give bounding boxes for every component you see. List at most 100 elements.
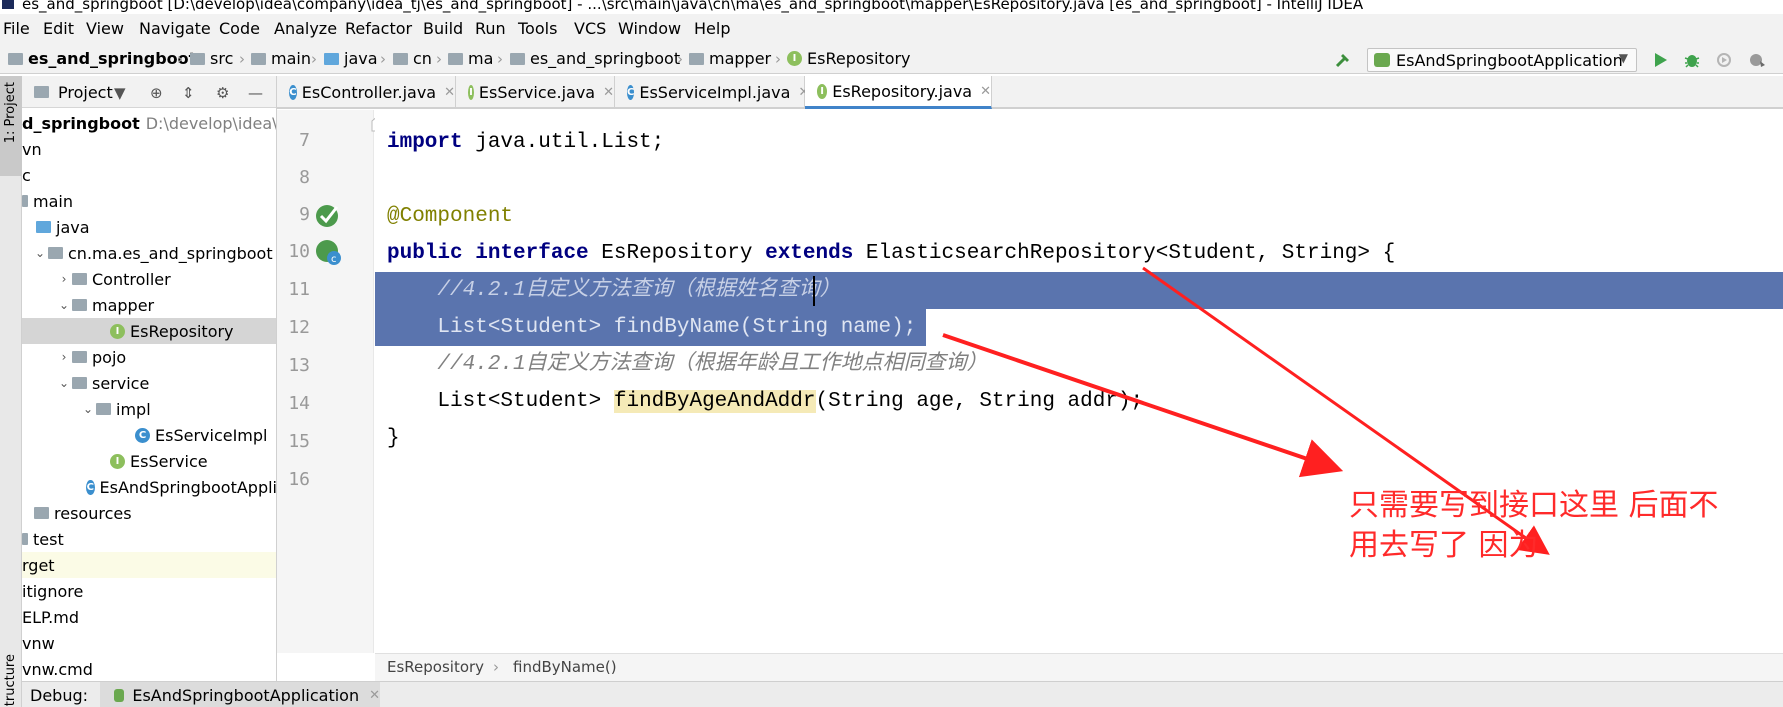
implemented-icon[interactable]: c [315, 238, 343, 266]
breadcrumb-mapper[interactable]: mapper [689, 49, 771, 68]
tab-esserviceimpl[interactable]: C EsServiceImpl.java ✕ [615, 76, 809, 109]
tree-item-impl[interactable]: ⌄ impl [22, 396, 276, 422]
code-text: } [387, 427, 400, 450]
breadcrumb-main[interactable]: main [251, 49, 311, 68]
menu-view[interactable]: View [86, 19, 124, 38]
breadcrumb-ma[interactable]: ma [448, 49, 493, 68]
tree-item-test[interactable]: test [22, 526, 276, 552]
chevron-right-icon: › [436, 50, 442, 68]
tree-item-mvnw-cmd[interactable]: vnw.cmd [22, 656, 276, 681]
tree-item-mapper[interactable]: ⌄ mapper [22, 292, 276, 318]
breadcrumb-src[interactable]: src [190, 49, 233, 68]
folder-icon [190, 52, 205, 65]
run-icon[interactable] [1651, 51, 1669, 69]
tree-item-resources[interactable]: resources [22, 500, 276, 526]
chevron-down-icon[interactable]: ⌄ [56, 298, 72, 312]
code-line-14: List<Student> findByAgeAndAddr(String ag… [375, 383, 1783, 420]
tree-item-package-root[interactable]: ⌄ cn.ma.es_and_springboot [22, 240, 276, 266]
tree-item-controller[interactable]: › Controller [22, 266, 276, 292]
breadcrumb-label: src [210, 49, 234, 68]
tree-item-mvnw[interactable]: vnw [22, 630, 276, 656]
menu-file[interactable]: File [3, 19, 30, 38]
menu-run[interactable]: Run [475, 19, 506, 38]
code-comment: //4.2.1自定义方法查询（根据姓名查询） [437, 279, 841, 302]
package-icon [72, 273, 87, 285]
tree-item-esrepository[interactable]: I EsRepository [22, 318, 276, 344]
tree-item-gitignore[interactable]: itignore [22, 578, 276, 604]
keyword-import: import [387, 131, 463, 154]
breadcrumb-java[interactable]: java [324, 49, 378, 68]
menu-refactor[interactable]: Refactor [345, 19, 412, 38]
breadcrumb-es-and-springboot[interactable]: es_and_springboot [510, 49, 680, 68]
close-icon[interactable]: ✕ [980, 84, 991, 99]
tree-item-label: EsService [130, 451, 208, 471]
run-configuration-dropdown[interactable]: EsAndSpringbootApplication ▼ [1367, 48, 1637, 72]
project-tool-tab[interactable]: 1: Project [0, 76, 22, 176]
run-with-coverage-icon[interactable] [1715, 51, 1733, 69]
structure-tool-tab[interactable]: Structure [3, 654, 18, 707]
tree-item-help-md[interactable]: ELP.md [22, 604, 276, 630]
tree-item-java[interactable]: java [22, 214, 276, 240]
tab-esservice[interactable]: I EsService.java ✕ [456, 76, 615, 109]
breadcrumb-method[interactable]: findByName() [513, 658, 617, 676]
menu-navigate[interactable]: Navigate [139, 19, 211, 38]
menu-vcs[interactable]: VCS [574, 19, 606, 38]
chevron-down-icon[interactable]: ⌄ [80, 402, 96, 416]
breadcrumb-label: EsRepository [807, 49, 911, 68]
code-text: ElasticsearchRepository<Student, String>… [853, 242, 1396, 265]
tree-item-application[interactable]: C EsAndSpringbootAppli [22, 474, 276, 500]
interface-name: EsRepository [588, 242, 766, 265]
close-icon[interactable]: ✕ [369, 688, 380, 703]
menu-window[interactable]: Window [618, 19, 681, 38]
tree-item-main[interactable]: main [22, 188, 276, 214]
tree-item-mvn[interactable]: vn [22, 136, 276, 162]
build-hammer-icon[interactable] [1334, 51, 1352, 69]
project-view-selector[interactable]: Project [58, 83, 113, 102]
tab-escontroller[interactable]: C EsController.java ✕ [277, 76, 456, 109]
debug-session-tab[interactable]: EsAndSpringbootApplication ✕ [100, 682, 380, 707]
menu-edit[interactable]: Edit [43, 19, 74, 38]
folder-icon [251, 52, 266, 65]
breadcrumb-label: mapper [709, 49, 772, 68]
collapse-all-icon[interactable]: ⇕ [182, 84, 195, 102]
tree-item-pojo[interactable]: › pojo [22, 344, 276, 370]
breadcrumb-label: java [344, 49, 378, 68]
tree-item-esserviceimpl[interactable]: C EsServiceImpl [22, 422, 276, 448]
minimize-icon[interactable]: — [248, 84, 263, 102]
code-line-10: public interface EsRepository extends El… [375, 235, 1783, 272]
breadcrumb-cn[interactable]: cn [393, 49, 432, 68]
chevron-right-icon[interactable]: › [56, 350, 72, 364]
chevron-down-icon[interactable]: ⌄ [32, 246, 48, 260]
menu-help[interactable]: Help [694, 19, 730, 38]
tree-item-esservice[interactable]: I EsService [22, 448, 276, 474]
menu-tools[interactable]: Tools [518, 19, 557, 38]
tree-item-project-root[interactable]: d_springboot D:\develop\idea\co [22, 110, 276, 136]
chevron-down-icon[interactable]: ▼ [114, 84, 126, 102]
tree-item-src[interactable]: c [22, 162, 276, 188]
menu-analyze[interactable]: Analyze [274, 19, 337, 38]
keyword-extends: extends [765, 242, 854, 265]
class-icon: C [627, 85, 635, 100]
code-editor[interactable]: import java.util.List; @Component public… [375, 110, 1783, 653]
profile-icon[interactable] [1748, 51, 1766, 69]
tree-item-service[interactable]: ⌄ service [22, 370, 276, 396]
breadcrumb-class[interactable]: EsRepository [387, 658, 484, 676]
debug-bug-icon[interactable] [1683, 51, 1701, 69]
tab-esrepository[interactable]: I EsRepository.java ✕ [805, 76, 992, 109]
breadcrumb-label: cn [413, 49, 432, 68]
close-icon[interactable]: ✕ [603, 85, 614, 100]
interface-icon: I [817, 83, 828, 99]
breadcrumb-esrepository[interactable]: I EsRepository [787, 49, 911, 68]
close-icon[interactable]: ✕ [444, 85, 455, 100]
menu-code[interactable]: Code [219, 19, 260, 38]
chevron-down-icon[interactable]: ⌄ [56, 376, 72, 390]
gear-icon[interactable]: ⚙ [216, 84, 229, 102]
tree-item-target[interactable]: rget [22, 552, 276, 578]
project-panel: Project ▼ ⊕ ⇕ ⚙ — d_springboot D:\develo… [22, 76, 277, 681]
breadcrumb-project[interactable]: es_and_springboot [8, 49, 196, 68]
menu-build[interactable]: Build [423, 19, 463, 38]
annotation-text-line: 用去写了 因为 [1349, 528, 1539, 563]
spring-bean-icon[interactable] [315, 201, 343, 229]
locate-target-icon[interactable]: ⊕ [150, 84, 163, 102]
chevron-right-icon[interactable]: › [56, 272, 72, 286]
